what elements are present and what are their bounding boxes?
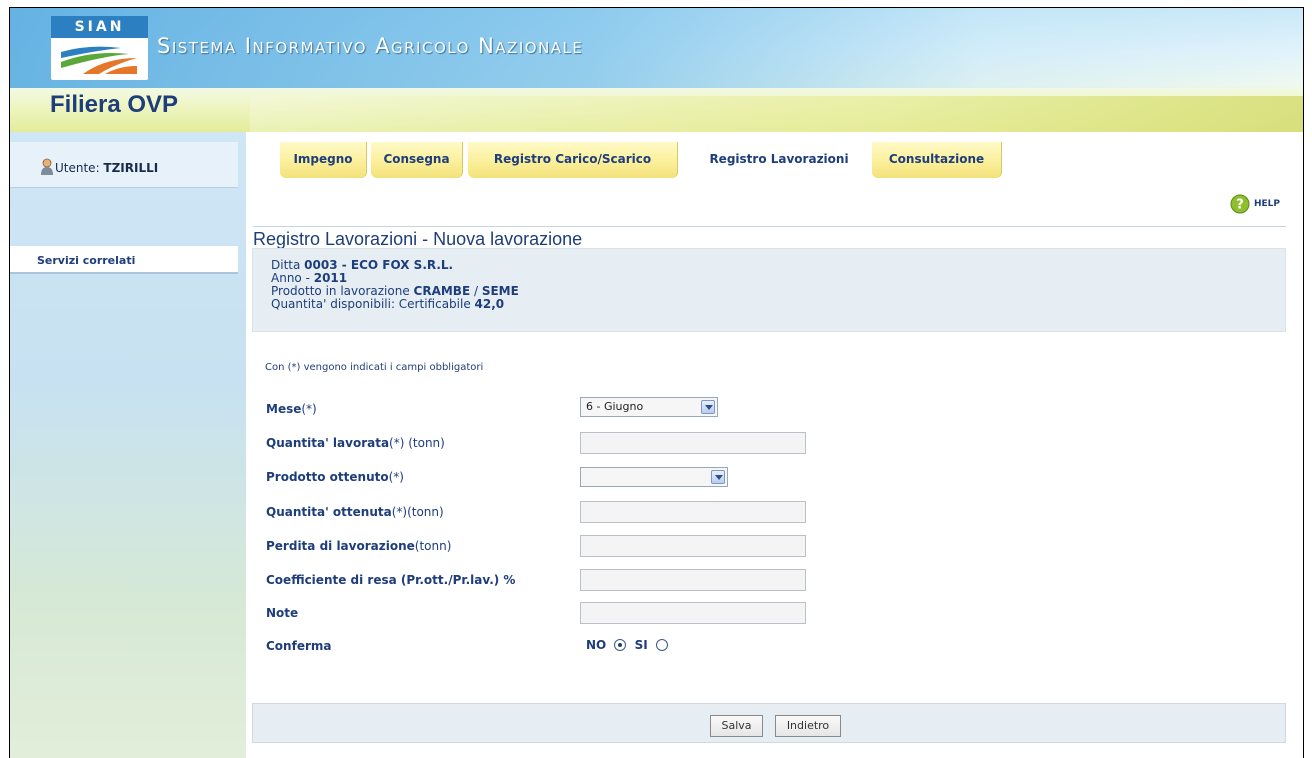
note-label: Note	[266, 606, 299, 620]
help-link[interactable]: ? HELP	[1230, 194, 1280, 214]
tab-consultazione[interactable]: Consultazione	[872, 142, 1002, 178]
quantita-ottenuta-input[interactable]	[580, 501, 806, 523]
page-title: Registro Lavorazioni - Nuova lavorazione	[253, 229, 583, 249]
help-icon: ?	[1230, 194, 1250, 214]
prodotto-ottenuto-select[interactable]	[580, 467, 728, 487]
perdita-label: Perdita di lavorazione(tonn)	[266, 539, 452, 553]
related-services-header[interactable]: Servizi correlati	[10, 246, 238, 274]
conferma-radio-group: NO SI	[586, 638, 672, 652]
app-title: Filiera OVP	[50, 91, 179, 118]
mese-select[interactable]: 6 - Giugno	[580, 397, 718, 417]
ditta-value: 0003 - ECO FOX S.R.L.	[304, 258, 454, 272]
radio-si-label: SI	[634, 638, 648, 652]
help-label: HELP	[1254, 199, 1281, 209]
user-name: TZIRILLI	[103, 161, 159, 175]
mese-select-value: 6 - Giugno	[586, 400, 644, 413]
info-box: Ditta 0003 - ECO FOX S.R.L. Anno - 2011 …	[252, 248, 1286, 332]
related-services-label: Servizi correlati	[37, 254, 136, 267]
info-quantita: Quantita' disponibili: Certificabile 42,…	[271, 297, 505, 311]
tab-impegno[interactable]: Impegno	[280, 142, 367, 178]
coefficiente-label: Coefficiente di resa (Pr.ott./Pr.lav.) %	[266, 573, 516, 587]
user-icon	[41, 158, 53, 175]
radio-no[interactable]	[614, 639, 627, 651]
sian-logo: SIAN	[51, 16, 148, 80]
anno-value: 2011	[313, 271, 348, 285]
action-bar	[252, 703, 1286, 743]
save-button[interactable]: Salva	[710, 715, 763, 737]
sian-logo-text: SIAN	[51, 16, 148, 38]
mese-label: Mese(*)	[266, 402, 317, 416]
back-button[interactable]: Indietro	[775, 715, 841, 737]
radio-no-label: NO	[586, 638, 607, 652]
sidebar: Utente: TZIRILLI Servizi correlati	[10, 132, 246, 758]
header-banner: SIAN Sistema Informativo Agricolo Nazion…	[10, 8, 1303, 132]
chevron-down-icon	[711, 470, 725, 484]
prodotto-ottenuto-label: Prodotto ottenuto(*)	[266, 470, 404, 484]
tab-registro-carico-scarico[interactable]: Registro Carico/Scarico	[468, 142, 678, 178]
title-divider	[253, 226, 1286, 227]
sian-fields-icon	[61, 46, 137, 74]
prodotto-value-1: CRAMBE	[413, 284, 471, 298]
quantita-lavorata-label: Quantita' lavorata(*) (tonn)	[266, 436, 445, 450]
quantita-ottenuta-label: Quantita' ottenuta(*)(tonn)	[266, 505, 444, 519]
quantita-lavorata-input[interactable]	[580, 432, 806, 454]
tab-registro-lavorazioni[interactable]: Registro Lavorazioni	[690, 142, 868, 178]
note-input[interactable]	[580, 602, 806, 624]
user-box: Utente: TZIRILLI	[10, 142, 238, 188]
info-ditta: Ditta 0003 - ECO FOX S.R.L.	[271, 258, 454, 272]
chevron-down-icon	[701, 400, 715, 414]
radio-si[interactable]	[655, 639, 668, 651]
header-field	[250, 96, 1303, 132]
user-label: Utente: TZIRILLI	[55, 161, 159, 175]
tab-consegna[interactable]: Consegna	[371, 142, 463, 178]
system-title: Sistema Informativo Agricolo Nazionale	[157, 34, 584, 58]
required-fields-note: Con (*) vengono indicati i campi obbliga…	[265, 362, 484, 373]
conferma-label: Conferma	[266, 639, 332, 653]
perdita-input[interactable]	[580, 535, 806, 557]
coefficiente-input[interactable]	[580, 569, 806, 591]
svg-text:?: ?	[1236, 198, 1244, 213]
prodotto-value-2: SEME	[481, 284, 519, 298]
quantita-value: 42,0	[474, 297, 505, 311]
